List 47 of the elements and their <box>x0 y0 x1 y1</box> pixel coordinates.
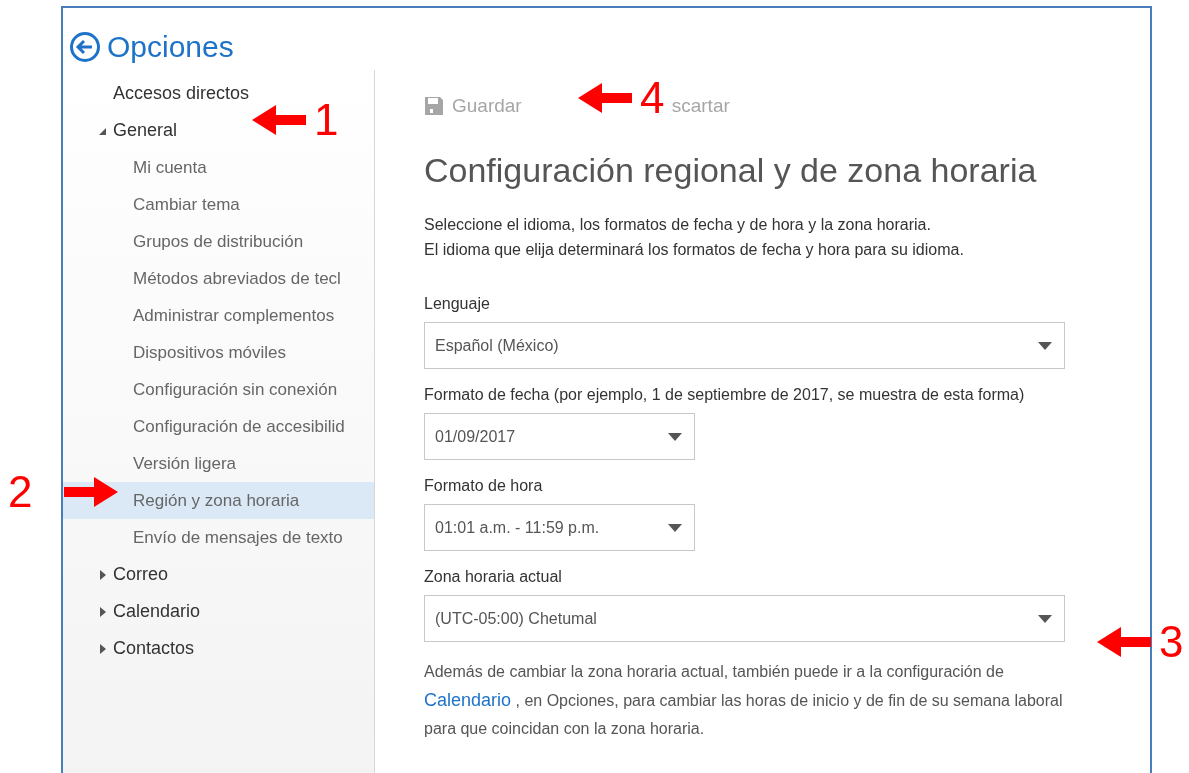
description-text: El idioma que elija determinará los formatos de fecha y hora para su idioma. <box>424 240 965 260</box>
dropdown-caret-icon <box>1038 614 1052 623</box>
dropdown[interactable]: 01:01 a.m. - 11:59 p.m. <box>424 504 695 551</box>
sidebar-subitem[interactable]: Mi cuenta <box>63 149 374 186</box>
field-label: Formato de fecha (por ejemplo, 1 de septiembre de 2017, se muestra de esta forma) <box>424 385 1026 405</box>
expand-triangle-icon[interactable] <box>99 606 107 617</box>
description-text: Seleccione el idioma, los formatos de fecha y de hora y la zona horaria. <box>424 215 932 235</box>
sidebar-item[interactable]: General <box>113 117 178 144</box>
callout-arrow <box>1097 627 1151 657</box>
sidebar-subitem[interactable]: Grupos de distribución <box>63 223 374 260</box>
dropdown-caret-icon <box>1038 341 1052 350</box>
dropdown-caret-icon <box>668 432 682 441</box>
page-heading: Configuración regional y de zona horaria <box>424 150 1038 190</box>
note-text: Además de cambiar la zona horaria actual, también puede ir a la configuración de Calendario , en Opciones, para cambiar las horas de inicio y de fin de su semana laboral para que coincidan con la zona horaria. <box>424 662 1064 739</box>
sidebar-subitem[interactable]: Configuración sin conexión <box>63 371 374 408</box>
callout-arrow <box>64 477 119 507</box>
sidebar-item[interactable]: Calendario <box>113 598 201 625</box>
sidebar-subitem[interactable]: Región y zona horaria <box>63 482 374 519</box>
expand-triangle-icon[interactable] <box>99 569 107 580</box>
dropdown-caret-icon <box>668 523 682 532</box>
dropdown[interactable]: (UTC-05:00) Chetumal <box>424 595 1065 642</box>
callout-arrow <box>252 105 306 135</box>
back-icon[interactable] <box>69 31 101 63</box>
sidebar-subitem[interactable]: Dispositivos móviles <box>63 334 374 371</box>
callout-arrow <box>578 83 632 113</box>
dropdown[interactable]: 01/09/2017 <box>424 413 695 460</box>
callout-number: 3 <box>1159 620 1184 664</box>
field-label: Zona horaria actual <box>424 567 563 587</box>
sidebar-subitem[interactable]: Métodos abreviados de tecl <box>63 260 374 297</box>
sidebar-subitem[interactable]: Cambiar tema <box>63 186 374 223</box>
expand-triangle-icon[interactable] <box>99 643 107 654</box>
sidebar-subitem[interactable]: Administrar complementos <box>63 297 374 334</box>
save-icon <box>424 96 444 116</box>
window-title: Opciones <box>107 32 234 62</box>
field-label: Lenguaje <box>424 294 491 314</box>
sidebar-item[interactable]: Contactos <box>113 635 195 662</box>
calendar-link[interactable]: Calendario <box>424 690 512 710</box>
callout-number: 2 <box>8 470 33 514</box>
field-label: Formato de hora <box>424 476 544 496</box>
callout-number: 4 <box>640 76 665 120</box>
dropdown[interactable]: Español (México) <box>424 322 1065 369</box>
sidebar-item[interactable]: Accesos directos <box>113 80 250 107</box>
sidebar-subitem[interactable]: Envío de mensajes de texto <box>63 519 374 556</box>
sidebar-subitem[interactable]: Versión ligera <box>63 445 374 482</box>
sidebar-item[interactable]: Correo <box>113 561 169 588</box>
sidebar-subitem[interactable]: Configuración de accesibilid <box>63 408 374 445</box>
callout-number: 1 <box>314 98 339 142</box>
